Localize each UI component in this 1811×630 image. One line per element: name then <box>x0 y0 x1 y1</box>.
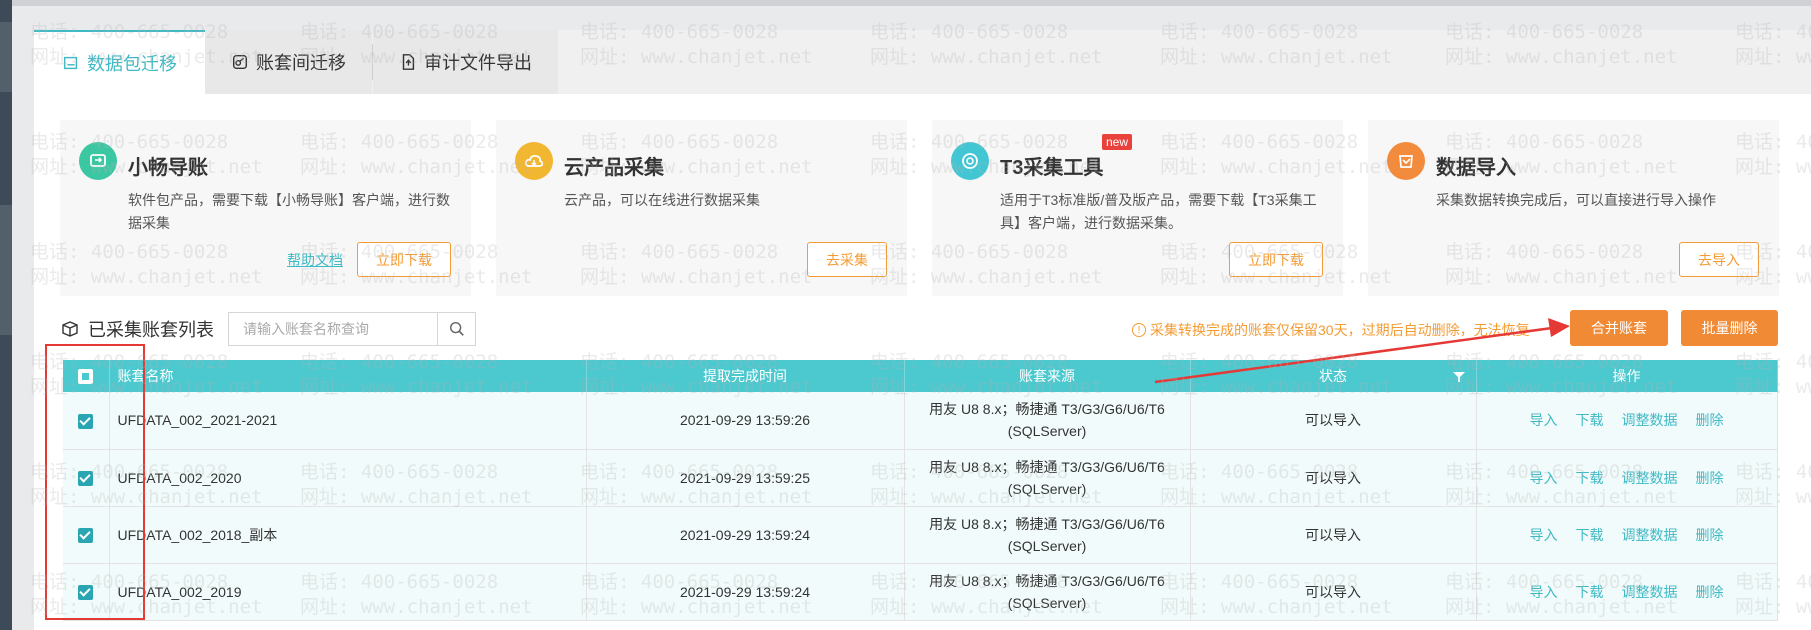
list-title-text: 已采集账套列表 <box>88 320 214 340</box>
column-header-name: 账套名称 <box>109 360 587 392</box>
column-header-source: 账套来源 <box>904 360 1191 392</box>
cell-source: 用友 U8 8.x；畅捷通 T3/G3/G6/U6/T6 (SQLServer) <box>904 392 1191 450</box>
search-icon <box>449 321 464 336</box>
file-export-icon <box>402 54 415 70</box>
cell-time: 2021-09-29 13:59:25 <box>586 449 905 507</box>
transfer-icon <box>79 142 117 180</box>
download-action[interactable]: 下载 <box>1576 527 1604 543</box>
column-header-time: 提取完成时间 <box>586 360 905 392</box>
adjust-data-action[interactable]: 调整数据 <box>1622 527 1678 543</box>
delete-action[interactable]: 删除 <box>1696 584 1724 600</box>
top-divider <box>12 0 1811 6</box>
delete-action[interactable]: 删除 <box>1696 470 1724 486</box>
box-icon <box>62 321 78 337</box>
cell-source: 用友 U8 8.x；畅捷通 T3/G3/G6/U6/T6 (SQLServer) <box>904 506 1191 564</box>
feature-cards: 小畅导账 软件包产品，需要下载【小畅导账】客户端，进行数据采集 帮助文档 立即下… <box>60 120 1779 296</box>
adjust-data-action[interactable]: 调整数据 <box>1622 412 1678 428</box>
import-button[interactable]: 去导入 <box>1679 242 1759 277</box>
cell-name: UFDATA_002_2020 <box>109 449 587 507</box>
table-row: UFDATA_002_2020 2021-09-29 13:59:25 用友 U… <box>63 449 1778 507</box>
cloud-icon <box>515 142 553 180</box>
card-desc: 软件包产品，需要下载【小畅导账】客户端，进行数据采集 <box>128 192 450 231</box>
list-header: 已采集账套列表 <box>60 312 476 346</box>
card-desc: 采集数据转换完成后，可以直接进行导入操作 <box>1436 192 1716 208</box>
merge-button[interactable]: 合并账套 <box>1570 310 1668 346</box>
cell-time: 2021-09-29 13:59:26 <box>586 392 905 450</box>
target-icon <box>951 142 989 180</box>
import-action[interactable]: 导入 <box>1530 584 1558 600</box>
cell-status: 可以导入 <box>1190 392 1477 450</box>
delete-action[interactable]: 删除 <box>1696 527 1724 543</box>
adjust-data-action[interactable]: 调整数据 <box>1622 584 1678 600</box>
card-title: 数据导入 <box>1436 157 1516 179</box>
account-set-table: 账套名称 提取完成时间 账套来源 状态 操作 UFDATA_002_2021-2… <box>63 360 1778 621</box>
tab-label: 账套间迁移 <box>256 53 346 73</box>
cell-actions: 导入 下载 调整数据 删除 <box>1476 392 1778 450</box>
card-desc: 适用于T3标准版/普及版产品，需要下载【T3采集工具】客户端，进行数据采集。 <box>1000 192 1317 231</box>
cell-actions: 导入 下载 调整数据 删除 <box>1476 506 1778 564</box>
column-header-status: 状态 <box>1190 360 1477 392</box>
cell-time: 2021-09-29 13:59:24 <box>586 506 905 564</box>
cell-time: 2021-09-29 13:59:24 <box>586 563 905 621</box>
download-action[interactable]: 下载 <box>1576 584 1604 600</box>
import-action[interactable]: 导入 <box>1530 527 1558 543</box>
cell-name: UFDATA_002_2021-2021 <box>109 392 587 450</box>
cell-name: UFDATA_002_2018_副本 <box>109 506 587 564</box>
cell-name: UFDATA_002_2019 <box>109 563 587 621</box>
cell-status: 可以导入 <box>1190 506 1477 564</box>
download-action[interactable]: 下载 <box>1576 412 1604 428</box>
new-badge: new <box>1102 134 1133 150</box>
cell-status: 可以导入 <box>1190 449 1477 507</box>
adjust-data-action[interactable]: 调整数据 <box>1622 470 1678 486</box>
column-header-status-label: 状态 <box>1319 368 1347 384</box>
batch-delete-button[interactable]: 批量删除 <box>1681 310 1778 346</box>
column-header-actions: 操作 <box>1476 360 1778 392</box>
cell-actions: 导入 下载 调整数据 删除 <box>1476 563 1778 621</box>
cell-source: 用友 U8 8.x；畅捷通 T3/G3/G6/U6/T6 (SQLServer) <box>904 449 1191 507</box>
filter-icon[interactable] <box>1452 370 1466 384</box>
delete-action[interactable]: 删除 <box>1696 412 1724 428</box>
list-title: 已采集账套列表 <box>60 316 214 342</box>
card-t3-tool: T3采集工具 new 适用于T3标准版/普及版产品，需要下载【T3采集工具】客户… <box>932 120 1343 296</box>
card-title: T3采集工具 <box>1000 157 1104 179</box>
left-nav-strip <box>0 0 12 630</box>
cell-actions: 导入 下载 调整数据 删除 <box>1476 449 1778 507</box>
table-header-row: 账套名称 提取完成时间 账套来源 状态 操作 <box>63 360 1778 392</box>
table-row: UFDATA_002_2021-2021 2021-09-29 13:59:26… <box>63 392 1778 450</box>
tab-data-package-migration[interactable]: 数据包迁移 <box>34 30 205 94</box>
tab-label: 数据包迁移 <box>87 54 177 74</box>
search-box <box>228 312 476 346</box>
cell-status: 可以导入 <box>1190 563 1477 621</box>
link-icon <box>232 54 248 70</box>
help-doc-link[interactable]: 帮助文档 <box>287 250 343 270</box>
import-action[interactable]: 导入 <box>1530 470 1558 486</box>
collect-button[interactable]: 去采集 <box>807 242 887 277</box>
import-action[interactable]: 导入 <box>1530 412 1558 428</box>
download-action[interactable]: 下载 <box>1576 470 1604 486</box>
info-icon: ! <box>1132 323 1146 337</box>
card-title: 云产品采集 <box>564 157 664 179</box>
download-button[interactable]: 立即下载 <box>1229 242 1323 277</box>
retention-notice: ! 采集转换完成的账套仅保留30天，过期后自动删除，无法恢复 <box>1132 320 1530 340</box>
cell-source: 用友 U8 8.x；畅捷通 T3/G3/G6/U6/T6 (SQLServer) <box>904 563 1191 621</box>
notice-text: 采集转换完成的账套仅保留30天，过期后自动删除，无法恢复 <box>1150 322 1530 338</box>
tab-audit-file-export[interactable]: 审计文件导出 <box>373 30 558 94</box>
card-xiaochang-import: 小畅导账 软件包产品，需要下载【小畅导账】客户端，进行数据采集 帮助文档 立即下… <box>60 120 471 296</box>
table-row: UFDATA_002_2019 2021-09-29 13:59:24 用友 U… <box>63 563 1778 621</box>
card-data-import: 数据导入 采集数据转换完成后，可以直接进行导入操作 去导入 <box>1368 120 1779 296</box>
search-input[interactable] <box>229 313 437 345</box>
tab-label: 审计文件导出 <box>424 53 532 73</box>
package-icon <box>63 56 78 70</box>
tab-bar: 数据包迁移 账套间迁移 审计文件导出 <box>34 30 558 94</box>
card-cloud-collect: 云产品采集 云产品，可以在线进行数据采集 去采集 <box>496 120 907 296</box>
table-row: UFDATA_002_2018_副本 2021-09-29 13:59:24 用… <box>63 506 1778 564</box>
search-button[interactable] <box>437 313 475 345</box>
download-button[interactable]: 立即下载 <box>357 242 451 277</box>
tab-account-set-migration[interactable]: 账套间迁移 <box>205 30 372 94</box>
annotation-highlight-box <box>45 344 145 620</box>
card-title: 小畅导账 <box>128 157 208 179</box>
import-icon <box>1387 142 1425 180</box>
card-desc: 云产品，可以在线进行数据采集 <box>564 192 760 208</box>
